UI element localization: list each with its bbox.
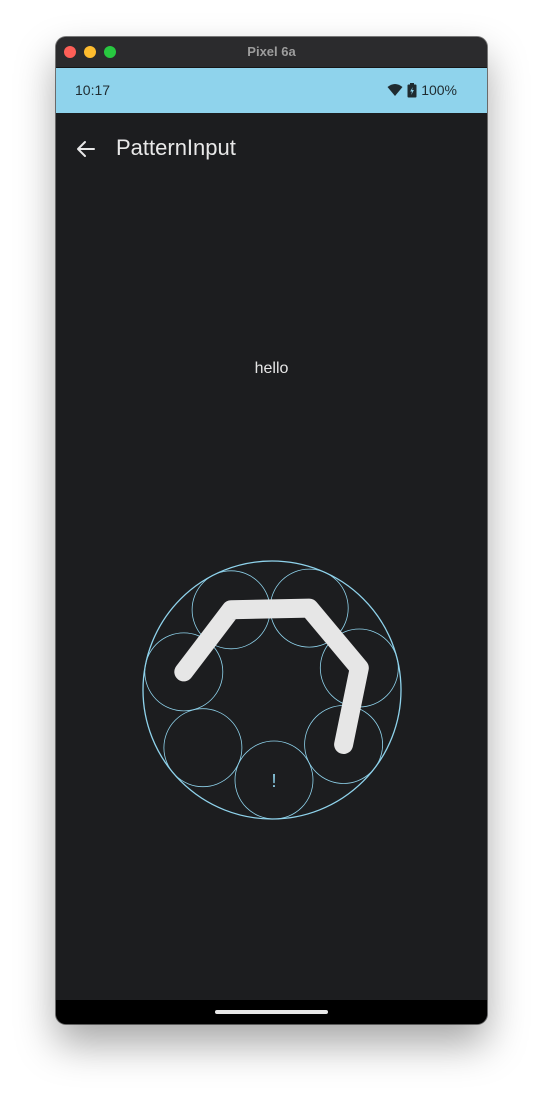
pattern-input[interactable]: !!	[140, 558, 404, 822]
pattern-node[interactable]	[163, 708, 243, 788]
home-gesture-handle[interactable]	[215, 1010, 328, 1014]
arrow-left-icon[interactable]	[74, 137, 98, 161]
emulator-window: Pixel 6a 10:17 100% PatternInput hello !…	[56, 37, 487, 1024]
navigation-bar	[56, 1000, 487, 1024]
app-bar: PatternInput	[56, 113, 487, 183]
pattern-node-label: !	[271, 771, 276, 791]
battery-percentage: 100%	[421, 82, 457, 98]
status-bar: 10:17 100%	[56, 68, 487, 113]
pattern-stroke-path	[174, 598, 369, 754]
window-title: Pixel 6a	[247, 44, 296, 59]
window-titlebar: Pixel 6a	[56, 37, 487, 68]
battery-icon	[407, 82, 417, 97]
wifi-icon	[387, 84, 403, 96]
status-time: 10:17	[75, 82, 111, 98]
page-title: PatternInput	[116, 135, 236, 160]
status-icons: 100%	[387, 82, 457, 98]
pattern-message: hello	[254, 360, 289, 377]
